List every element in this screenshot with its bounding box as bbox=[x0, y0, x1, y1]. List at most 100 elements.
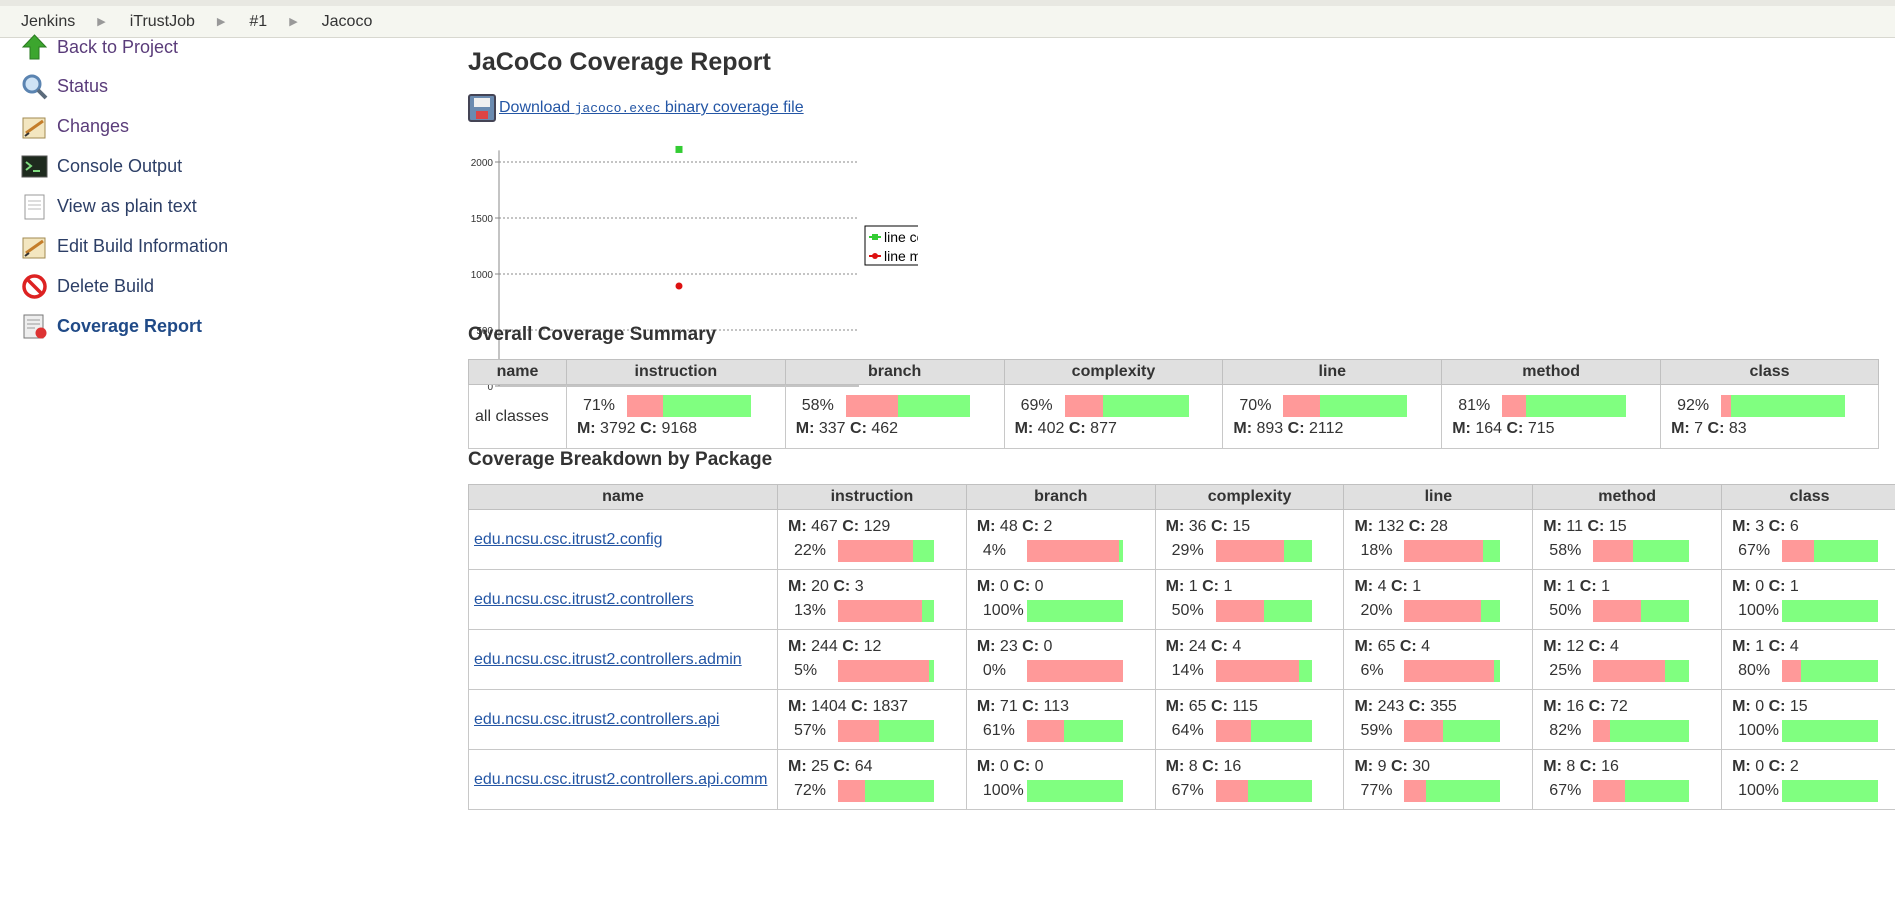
sidebar-item-edit-build-information[interactable]: Edit Build Information bbox=[21, 231, 228, 261]
coverage-bar bbox=[1782, 539, 1879, 562]
covered-count: 16 bbox=[1223, 757, 1242, 775]
missed-count: 0 bbox=[1755, 757, 1765, 775]
coverage-cell: 58% M: 337 C: 462 bbox=[784, 384, 1005, 449]
breadcrumb-jenkins[interactable]: Jenkins bbox=[21, 13, 97, 31]
missed-covered-counts: M: 9 C: 30 bbox=[1354, 757, 1431, 775]
missed-segment bbox=[1593, 539, 1634, 562]
coverage-bar bbox=[1283, 395, 1408, 417]
column-header[interactable]: name bbox=[468, 359, 567, 385]
package-link[interactable]: edu.ncsu.csc.itrust2.controllers bbox=[474, 591, 694, 608]
coverage-cell: 70% M: 893 C: 2112 bbox=[1222, 384, 1443, 449]
covered-count: 72 bbox=[1610, 697, 1628, 715]
package-link[interactable]: edu.ncsu.csc.itrust2.config bbox=[474, 531, 663, 548]
breadcrumb-build[interactable]: #1 bbox=[249, 13, 289, 31]
column-header[interactable]: branch bbox=[965, 484, 1156, 510]
missed-segment bbox=[837, 599, 922, 622]
missed-count: 71 bbox=[999, 697, 1018, 715]
coverage-bar-row: 50% bbox=[1543, 599, 1711, 622]
sidebar-item-changes[interactable]: Changes bbox=[21, 111, 129, 141]
column-header[interactable]: instruction bbox=[776, 484, 967, 510]
column-header[interactable]: method bbox=[1532, 484, 1723, 510]
covered-segment bbox=[928, 659, 934, 682]
column-header[interactable]: instruction bbox=[565, 359, 786, 385]
missed-segment bbox=[1502, 395, 1527, 417]
coverage-bar-row: 0% bbox=[977, 659, 1145, 682]
floppy-disk-icon bbox=[468, 94, 496, 122]
sidebar-item-console-output[interactable]: Console Output bbox=[21, 151, 182, 181]
coverage-cell: 69% M: 402 C: 877 bbox=[1003, 384, 1224, 449]
coverage-cell: M: 0 C: 2 100% bbox=[1721, 749, 1895, 810]
coverage-percent: 67% bbox=[1171, 781, 1204, 799]
covered-count: 16 bbox=[1601, 757, 1619, 775]
coverage-cell: M: 12 C: 4 25% bbox=[1532, 629, 1723, 690]
coverage-cell: M: 467 C: 129 22% bbox=[776, 509, 967, 570]
covered-segment bbox=[1283, 539, 1312, 562]
sidebar-item-status[interactable]: Status bbox=[21, 71, 108, 101]
coverage-percent: 25% bbox=[1549, 661, 1582, 679]
column-header[interactable]: line bbox=[1222, 359, 1443, 385]
coverage-percent: 18% bbox=[1360, 541, 1393, 559]
coverage-cell: M: 0 C: 15 100% bbox=[1721, 689, 1895, 750]
missed-segment bbox=[1215, 659, 1299, 682]
breadcrumb-jacoco[interactable]: Jacoco bbox=[322, 13, 395, 31]
coverage-bar-row: 50% bbox=[1166, 599, 1334, 622]
coverage-bar bbox=[845, 395, 970, 417]
missed-covered-counts: M: 0 C: 1 bbox=[1732, 577, 1799, 595]
package-table: name instruction branch complexity line metho… bbox=[468, 484, 1895, 810]
covered-segment bbox=[1263, 599, 1312, 622]
column-header[interactable]: class bbox=[1721, 484, 1895, 510]
missed-count: 337 bbox=[818, 420, 846, 437]
column-header[interactable]: name bbox=[468, 484, 778, 510]
terminal-icon bbox=[21, 153, 48, 180]
column-header[interactable]: complexity bbox=[1003, 359, 1224, 385]
no-entry-icon bbox=[21, 273, 48, 300]
missed-covered-counts: M: 337 C: 462 bbox=[795, 420, 899, 437]
missed-covered-counts: M: 4 C: 1 bbox=[1354, 577, 1422, 595]
coverage-percent: 6% bbox=[1360, 661, 1384, 679]
coverage-bar-row: 59% bbox=[1354, 719, 1522, 742]
column-header[interactable]: branch bbox=[784, 359, 1005, 385]
coverage-cell: M: 8 C: 16 67% bbox=[1154, 749, 1345, 810]
column-header[interactable]: complexity bbox=[1154, 484, 1345, 510]
y-tick-label: 2000 bbox=[471, 158, 494, 169]
covered-segment bbox=[1782, 719, 1879, 742]
coverage-cell: M: 36 C: 15 29% bbox=[1154, 509, 1345, 570]
package-link[interactable]: edu.ncsu.csc.itrust2.controllers.api bbox=[474, 711, 719, 728]
column-header[interactable]: line bbox=[1343, 484, 1534, 510]
coverage-bar-row: 100% bbox=[1732, 779, 1887, 802]
missed-count: 243 bbox=[1377, 697, 1405, 715]
covered-count: 15 bbox=[1608, 517, 1627, 535]
missed-segment bbox=[1593, 659, 1666, 682]
sidebar-item-coverage-report[interactable]: Coverage Report bbox=[21, 311, 202, 341]
covered-segment bbox=[1633, 539, 1690, 562]
covered-segment bbox=[1481, 599, 1501, 622]
coverage-cell: M: 243 C: 355 59% bbox=[1343, 689, 1534, 750]
missed-covered-counts: M: 467 C: 129 bbox=[787, 517, 891, 535]
missed-covered-counts: M: 1 C: 4 bbox=[1732, 637, 1799, 655]
sidebar-item-view-plain-text[interactable]: View as plain text bbox=[21, 191, 197, 221]
column-header[interactable]: class bbox=[1660, 359, 1879, 385]
breadcrumb-job[interactable]: iTrustJob bbox=[130, 13, 217, 31]
sidebar-item-back-to-project[interactable]: Back to Project bbox=[21, 32, 178, 62]
coverage-cell: M: 1404 C: 1837 57% bbox=[776, 689, 967, 750]
sidebar-item-delete-build[interactable]: Delete Build bbox=[21, 271, 154, 301]
coverage-bar bbox=[837, 539, 934, 562]
coverage-percent: 58% bbox=[801, 397, 834, 415]
coverage-bar bbox=[1404, 599, 1501, 622]
covered-count: 64 bbox=[854, 757, 873, 775]
missed-count: 16 bbox=[1566, 697, 1585, 715]
covered-segment bbox=[1625, 779, 1690, 802]
covered-segment bbox=[1814, 539, 1879, 562]
column-header[interactable]: method bbox=[1441, 359, 1662, 385]
missed-segment bbox=[1283, 395, 1321, 417]
coverage-bar bbox=[1064, 395, 1189, 417]
package-link[interactable]: edu.ncsu.csc.itrust2.controllers.admin bbox=[474, 651, 742, 668]
coverage-bar bbox=[1404, 779, 1501, 802]
coverage-bar-row: 82% bbox=[1543, 719, 1711, 742]
package-name-cell: edu.ncsu.csc.itrust2.controllers.admin bbox=[468, 629, 778, 690]
coverage-percent: 14% bbox=[1171, 661, 1204, 679]
package-link[interactable]: edu.ncsu.csc.itrust2.controllers.api.com… bbox=[474, 771, 767, 788]
download-exec-link[interactable]: Download jacoco.exec binary coverage fil… bbox=[499, 99, 804, 117]
sidebar-item-label: Delete Build bbox=[57, 275, 155, 296]
missed-covered-counts: M: 7 C: 83 bbox=[1671, 420, 1747, 437]
